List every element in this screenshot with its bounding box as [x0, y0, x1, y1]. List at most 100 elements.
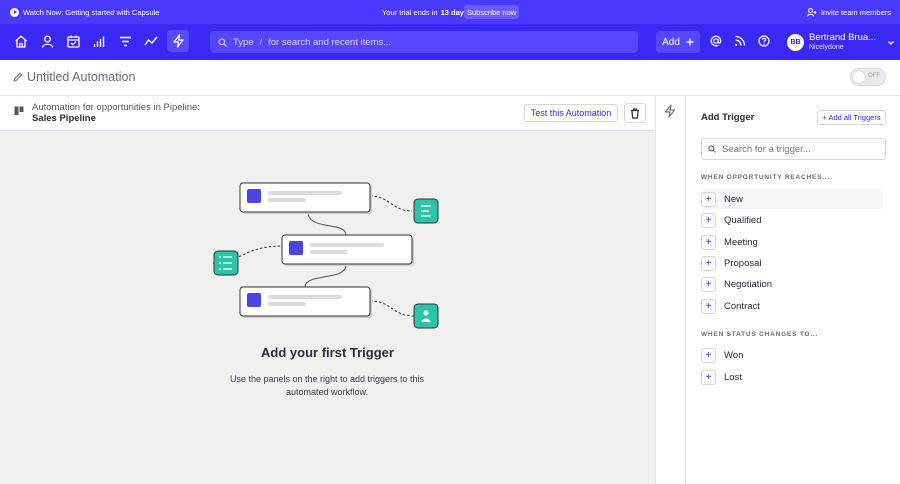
- section-opportunity-reaches: WHEN OPPORTUNITY REACHES...: [701, 174, 831, 181]
- user-menu[interactable]: BB Bertrand Brua... Nicelydone: [787, 33, 895, 52]
- search-icon: [218, 37, 227, 47]
- nav-reports[interactable]: [140, 30, 162, 52]
- trash-icon: [630, 107, 640, 119]
- search-shortcut: /: [259, 37, 263, 47]
- nav-people[interactable]: [36, 30, 58, 52]
- connector-solid-1: [307, 211, 347, 236]
- trigger-panel: Add Trigger + Add all Triggers Search fo…: [687, 96, 900, 484]
- trigger-item-label: Proposal: [724, 257, 762, 269]
- trigger-item-contract[interactable]: + Contract: [701, 296, 883, 316]
- person-icon: [41, 35, 53, 48]
- nav-help[interactable]: [753, 30, 775, 52]
- global-search-input[interactable]: Type / for search and recent items...: [210, 31, 638, 53]
- workflow-illustration: [212, 182, 439, 329]
- teal-node-list: [413, 198, 439, 224]
- workflow-canvas: Add your first Trigger Use the panels on…: [0, 131, 655, 484]
- nav-projects[interactable]: [114, 30, 136, 52]
- trigger-item-label: New: [724, 193, 744, 205]
- toggle-label: OFF: [868, 73, 880, 79]
- pipeline-icon: [14, 106, 24, 115]
- trigger-item-label: Negotiation: [724, 278, 773, 290]
- main-nav: Type / for search and recent items... Ad…: [0, 24, 900, 60]
- plus-icon: +: [701, 234, 716, 250]
- plus-icon: +: [701, 212, 716, 228]
- trigger-search-input[interactable]: Search for a trigger...: [701, 138, 886, 160]
- user-org: Nicelydone: [809, 44, 844, 51]
- test-automation-button[interactable]: Test this Automation: [524, 104, 618, 122]
- watch-now-label: Watch Now: Getting started with Capsule: [23, 7, 160, 17]
- trigger-item-label: Contract: [724, 300, 760, 312]
- trigger-item-proposal[interactable]: + Proposal: [701, 253, 883, 273]
- trigger-panel-title: Add Trigger: [701, 112, 755, 123]
- help-icon: [758, 35, 770, 47]
- calendar-icon: [66, 35, 80, 48]
- add-button[interactable]: Add: [656, 31, 700, 53]
- trigger-item-label: Lost: [724, 371, 742, 383]
- chevron-down-icon: [888, 40, 895, 45]
- pipeline-name: Sales Pipeline: [32, 113, 96, 124]
- play-icon: [10, 7, 19, 17]
- pencil-icon[interactable]: [13, 72, 23, 82]
- plus-icon: +: [701, 191, 716, 207]
- teal-node-person: [413, 303, 439, 329]
- nav-mentions[interactable]: [705, 30, 727, 52]
- section-status-changes: WHEN STATUS CHANGES TO...: [701, 331, 819, 338]
- at-sign-icon: [710, 35, 722, 47]
- empty-state-title: Add your first Trigger: [261, 345, 394, 360]
- trigger-item-lost[interactable]: + Lost: [701, 367, 883, 387]
- home-icon: [15, 35, 27, 48]
- avatar: BB: [787, 34, 804, 51]
- subscribe-button[interactable]: Subscribe now: [464, 5, 520, 19]
- automation-title[interactable]: Untitled Automation: [27, 70, 135, 84]
- delete-button[interactable]: [624, 103, 646, 123]
- search-icon: [708, 145, 716, 153]
- invite-team-button[interactable]: Invite team members: [806, 0, 891, 24]
- add-all-triggers-button[interactable]: + Add all Triggers: [817, 110, 886, 125]
- plus-icon: [686, 38, 694, 46]
- nav-calendar[interactable]: [62, 30, 84, 52]
- nav-feed[interactable]: [729, 30, 751, 52]
- toggle-knob: [853, 71, 865, 83]
- trigger-item-label: Meeting: [724, 236, 758, 248]
- automation-icon[interactable]: [663, 104, 677, 118]
- trigger-item-meeting[interactable]: + Meeting: [701, 232, 883, 252]
- trigger-item-qualified[interactable]: + Qualified: [701, 210, 883, 230]
- nav-sales[interactable]: [88, 30, 110, 52]
- trigger-item-negotiation[interactable]: + Negotiation: [701, 274, 883, 294]
- rss-icon: [735, 35, 746, 46]
- search-type-label: Type: [233, 36, 254, 48]
- empty-state-description: Use the panels on the right to add trigg…: [229, 374, 425, 397]
- user-name: Bertrand Brua...: [809, 32, 877, 43]
- workflow-card-2: [281, 234, 414, 266]
- trial-prefix: Your trial ends in: [382, 7, 438, 17]
- plus-icon: +: [701, 369, 716, 385]
- user-info: Bertrand Brua... Nicelydone: [809, 33, 876, 52]
- plus-icon: +: [701, 276, 716, 292]
- invite-team-label: Invite team members: [820, 7, 891, 17]
- workflow-card-3: [239, 286, 372, 318]
- trigger-search-placeholder: Search for a trigger...: [722, 143, 811, 155]
- trigger-item-label: Qualified: [724, 214, 762, 226]
- trigger-item-new[interactable]: + New: [701, 189, 883, 209]
- connector-solid-2: [304, 264, 347, 288]
- connector-dash-1: [369, 195, 413, 212]
- pipeline-prefix: Automation for opportunities in Pipeline…: [32, 102, 200, 113]
- promo-bar: Watch Now: Getting started with Capsule …: [0, 0, 900, 24]
- plus-icon: +: [701, 255, 716, 271]
- watch-now-link[interactable]: Watch Now: Getting started with Capsule: [10, 0, 159, 24]
- plus-icon: +: [701, 298, 716, 314]
- nav-home[interactable]: [10, 30, 32, 52]
- automation-title-bar: Untitled Automation OFF: [0, 60, 900, 96]
- line-chart-icon: [144, 36, 158, 46]
- nav-automation[interactable]: [167, 30, 189, 52]
- add-person-icon: [806, 7, 817, 17]
- trigger-item-won[interactable]: + Won: [701, 345, 883, 365]
- panel-collapse-column: [655, 96, 686, 484]
- plus-icon: +: [701, 347, 716, 363]
- teal-node-checklist: [213, 250, 239, 276]
- connector-dash-3: [369, 300, 415, 317]
- add-label: Add: [662, 36, 680, 48]
- trigger-item-label: Won: [724, 349, 744, 361]
- automation-toggle[interactable]: OFF: [850, 68, 886, 86]
- workflow-card-1: [239, 182, 372, 214]
